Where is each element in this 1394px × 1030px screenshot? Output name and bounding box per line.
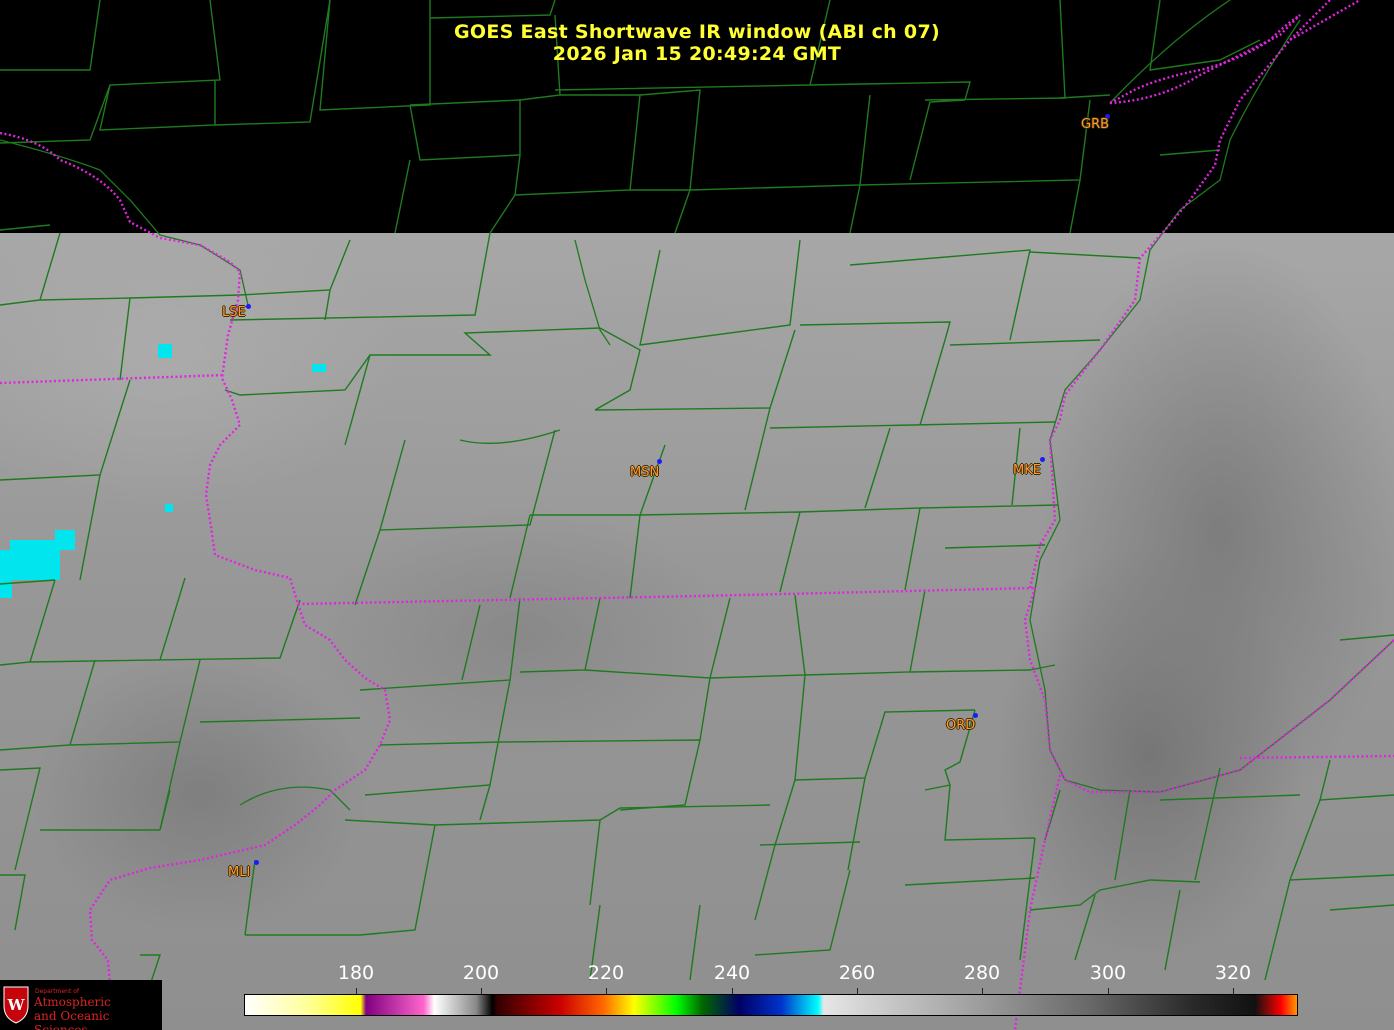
state-borders (0, 0, 1394, 1030)
station-label-ord: ORD (946, 718, 976, 733)
station-dot-mke (1040, 457, 1045, 462)
colorbar-tick-label: 200 (462, 962, 500, 984)
colorbar-tick-label: 300 (1089, 962, 1127, 984)
svg-text:W: W (7, 996, 26, 1014)
colorbar-tick (1233, 988, 1234, 994)
map-overlay (0, 0, 1394, 1030)
colorbar-tick (356, 988, 357, 994)
map-title: GOES East Shortwave IR window (ABI ch 07… (454, 21, 940, 43)
colorbar-tick-label: 180 (337, 962, 375, 984)
colorbar-tick (606, 988, 607, 994)
map-timestamp: 2026 Jan 15 20:49:24 GMT (552, 43, 842, 65)
station-label-mli: MLI (228, 865, 251, 880)
colorbar-tick-label: 220 (587, 962, 625, 984)
colorbar-tick (982, 988, 983, 994)
uw-crest-icon: W (3, 986, 29, 1024)
aos-logo: W Department of Atmospheric and Oceanic … (0, 980, 162, 1030)
satellite-map: GOES East Shortwave IR window (ABI ch 07… (0, 0, 1394, 1030)
station-label-mke: MKE (1013, 463, 1041, 478)
colorbar-tick (481, 988, 482, 994)
logo-dept: Department of (35, 988, 79, 995)
station-label-grb: GRB (1081, 117, 1110, 132)
station-dot-mli (254, 860, 259, 865)
colorbar-tick-label: 260 (838, 962, 876, 984)
colorbar-tick (1108, 988, 1109, 994)
cold-cloud-pixels (0, 344, 326, 598)
colorbar-tick (732, 988, 733, 994)
temperature-colorbar (244, 994, 1298, 1016)
station-label-msn: MSN (630, 465, 660, 480)
colorbar-tick-label: 240 (713, 962, 751, 984)
station-dot-msn (657, 459, 662, 464)
logo-name-line1: Atmospheric (34, 995, 111, 1009)
colorbar-tick-label: 320 (1214, 962, 1252, 984)
station-label-lse: LSE (222, 305, 246, 320)
county-boundaries (0, 0, 1394, 986)
colorbar-tick (857, 988, 858, 994)
colorbar-tick-label: 280 (963, 962, 1001, 984)
logo-name-line2: and Oceanic Sciences (34, 1009, 110, 1030)
station-dot-lse (246, 304, 251, 309)
